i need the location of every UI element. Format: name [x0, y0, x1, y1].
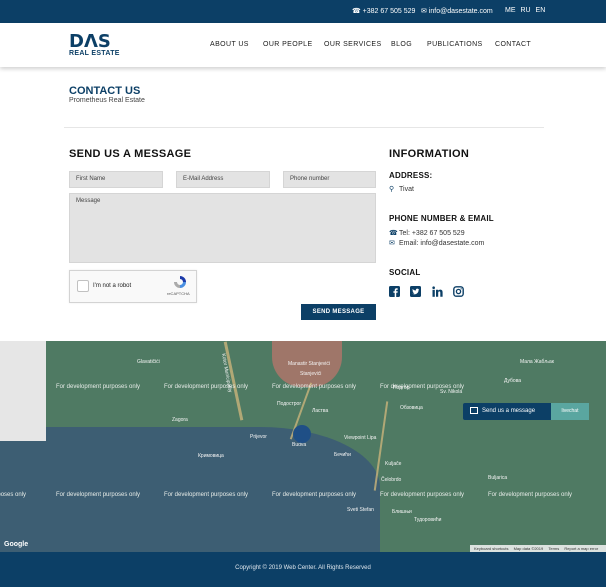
map-place-label: Обзовица	[400, 405, 423, 411]
map-place-label: Zagora	[172, 417, 188, 423]
section-divider	[64, 127, 544, 128]
linkedin-icon[interactable]	[432, 284, 443, 297]
map-watermark: For development purposes only	[0, 492, 27, 498]
map-place-label: Buljarica	[488, 475, 508, 481]
first-name-input[interactable]: First Name	[69, 171, 163, 188]
email-line[interactable]: ✉ Email: info@dasestate.com	[389, 239, 484, 247]
instagram-icon[interactable]	[453, 284, 465, 297]
map-unloaded-tile	[0, 341, 46, 441]
nav-blog[interactable]: BLOG	[391, 41, 412, 48]
nav-our-people[interactable]: OUR PEOPLE	[263, 41, 313, 48]
lang-ru[interactable]: RU	[520, 7, 530, 14]
social-links	[389, 284, 470, 302]
map-watermark: For development purposes only	[164, 492, 249, 498]
site-logo[interactable]: DΛS REAL ESTATE	[69, 31, 125, 59]
map-place-label: Kuljače	[385, 461, 402, 467]
envelope-icon: ✉	[389, 240, 395, 247]
map-place-label: Manastir Stanjevići	[288, 361, 330, 367]
site-footer: Copyright © 2019 Web Center. All Rights …	[0, 552, 606, 587]
nav-contact[interactable]: CONTACT	[495, 41, 531, 48]
map-place-label: Подгор	[393, 385, 410, 391]
map-place-label: Ластва	[312, 408, 329, 414]
map-location-marker[interactable]	[293, 425, 311, 443]
nav-publications[interactable]: PUBLICATIONS	[427, 41, 483, 48]
map-place-label: Glavatičići	[137, 359, 160, 365]
address-heading: ADDRESS:	[389, 171, 433, 180]
nav-about-us[interactable]: ABOUT US	[210, 41, 249, 48]
map-watermark: For development purposes only	[272, 492, 357, 498]
map-place-label: Prijevor	[250, 434, 267, 440]
phone-icon: ☎	[352, 8, 363, 15]
recaptcha-widget: I'm not a robot reCAPTCHA	[69, 270, 197, 303]
map-watermark: For development purposes only	[380, 492, 465, 498]
phone-input[interactable]: Phone number	[283, 171, 376, 188]
keyboard-shortcuts-link[interactable]: Keyboard shortcuts	[474, 546, 508, 551]
email-input[interactable]: E-Mail Address	[176, 171, 270, 188]
live-chat-widget[interactable]: Send us a message livechat	[463, 403, 589, 420]
lang-en[interactable]: EN	[536, 7, 546, 14]
info-heading: INFORMATION	[389, 148, 470, 160]
page-title: CONTACT US	[69, 85, 141, 97]
page-subtitle: Prometheus Real Estate	[69, 97, 145, 104]
map-place-label: Sveti Stefan	[347, 507, 374, 513]
send-message-button[interactable]: SEND MESSAGE	[301, 304, 376, 320]
address-line: ⚲ Tivat	[389, 186, 414, 193]
phone-icon: ☎	[389, 230, 398, 237]
recaptcha-brand: reCAPTCHA	[167, 291, 190, 296]
copyright-text: Copyright © 2019 Web Center. All Rights …	[235, 565, 371, 571]
report-map-error-link[interactable]: Report a map error	[564, 546, 598, 551]
map-place-label: Мала Жабљак	[520, 359, 554, 365]
map-sea	[0, 427, 380, 552]
main-navbar: DΛS REAL ESTATE ABOUT US OUR PEOPLE OUR …	[0, 23, 606, 67]
map-place-label: Тудоровићи	[414, 517, 442, 523]
recaptcha-logo-icon	[174, 276, 186, 288]
message-textarea[interactable]: Message	[69, 193, 376, 263]
map-place-label: Дубова	[504, 378, 522, 384]
location-map[interactable]: For development purposes only For develo…	[0, 341, 606, 552]
form-heading: SEND US A MESSAGE	[69, 148, 192, 160]
envelope-icon: ✉	[421, 8, 429, 15]
map-place-label: Viewpoint Lipa	[344, 435, 377, 441]
map-place-label: Stanjevići	[300, 371, 322, 377]
recaptcha-checkbox[interactable]	[77, 280, 89, 292]
map-place-label: Sv. Nikola	[440, 389, 463, 395]
map-data-text: Map data ©2019	[513, 546, 544, 551]
map-place-label: Блишњи	[392, 509, 412, 515]
tel-line[interactable]: ☎Tel: +382 67 505 529	[389, 229, 465, 237]
nav-our-services[interactable]: OUR SERVICES	[324, 41, 382, 48]
map-watermark: For development purposes only	[56, 492, 141, 498]
social-heading: SOCIAL	[389, 268, 421, 277]
map-place-label: Бечићи	[334, 452, 351, 458]
map-marker-icon: ⚲	[389, 186, 395, 193]
top-bar: ☎ +382 67 505 529 ✉ info@dasestate.com M…	[0, 0, 606, 23]
map-place-label: Čelobrdo	[381, 477, 402, 483]
contact-heading: PHONE NUMBER & EMAIL	[389, 214, 494, 223]
map-watermark: For development purposes only	[164, 384, 249, 390]
map-watermark: For development purposes only	[488, 492, 573, 498]
lang-me[interactable]: ME	[505, 7, 516, 14]
map-attribution: Keyboard shortcuts Map data ©2019 Terms …	[470, 545, 606, 552]
map-place-label: Budva	[292, 442, 307, 448]
map-watermark: For development purposes only	[56, 384, 141, 390]
topbar-phone[interactable]: ☎ +382 67 505 529	[352, 7, 415, 15]
map-place-label: Кримовица	[198, 453, 224, 459]
facebook-icon[interactable]	[389, 284, 400, 297]
topbar-email[interactable]: ✉ info@dasestate.com	[421, 7, 493, 15]
terms-link[interactable]: Terms	[548, 546, 559, 551]
map-place-label: Подострог	[277, 401, 302, 407]
envelope-icon	[470, 407, 478, 414]
twitter-icon[interactable]	[410, 284, 422, 297]
google-logo: Google	[4, 541, 29, 548]
language-switcher: ME RU EN	[505, 7, 548, 14]
recaptcha-label: I'm not a robot	[93, 283, 132, 289]
map-watermark: For development purposes only	[272, 384, 357, 390]
